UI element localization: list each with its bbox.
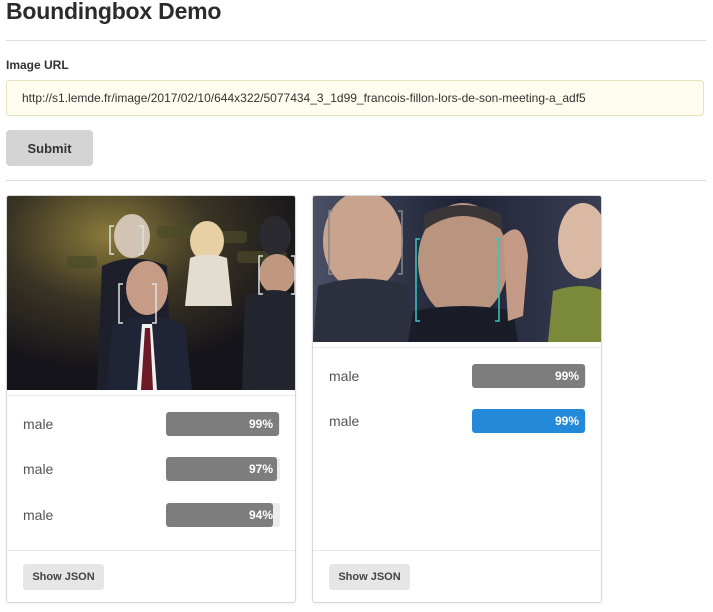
confidence-value: 99% — [248, 417, 273, 431]
confidence-value: 94% — [248, 508, 273, 522]
face-result-row: male 99% — [313, 407, 601, 437]
confidence-bar: 99% — [472, 409, 586, 433]
result-photo-1 — [7, 196, 295, 390]
face-gender-label: male — [23, 507, 54, 523]
face-result-row: male 99% — [7, 410, 295, 440]
image-url-input[interactable] — [6, 80, 704, 116]
page-title: Boundingbox Demo — [6, 0, 222, 24]
card-divider — [7, 395, 295, 396]
face-result-row: male 99% — [313, 362, 601, 392]
confidence-value: 99% — [554, 414, 579, 428]
result-photo-2 — [313, 196, 601, 342]
show-json-button[interactable]: Show JSON — [23, 564, 104, 590]
card-divider — [313, 347, 601, 348]
image-url-label: Image URL — [6, 58, 69, 72]
submit-button[interactable]: Submit — [6, 130, 93, 166]
confidence-bar: 99% — [166, 412, 280, 436]
face-gender-label: male — [329, 368, 360, 384]
face-gender-label: male — [23, 461, 54, 477]
show-json-button[interactable]: Show JSON — [329, 564, 410, 590]
card-footer-divider — [313, 550, 601, 551]
face-result-row: male 97% — [7, 455, 295, 485]
confidence-bar: 94% — [166, 503, 280, 527]
result-card-2: male 99% male 99% Show JSON — [312, 195, 602, 603]
confidence-bar: 97% — [166, 457, 280, 481]
face-gender-label: male — [329, 413, 360, 429]
confidence-value: 97% — [248, 462, 273, 476]
face-gender-label: male — [23, 416, 54, 432]
result-card-1: male 99% male 97% male 94% Show JSON — [6, 195, 296, 603]
card-footer-divider — [7, 550, 295, 551]
confidence-value: 99% — [554, 369, 579, 383]
face-result-row: male 94% — [7, 501, 295, 531]
header-divider — [6, 40, 706, 41]
confidence-bar: 99% — [472, 364, 586, 388]
form-divider — [6, 180, 706, 181]
